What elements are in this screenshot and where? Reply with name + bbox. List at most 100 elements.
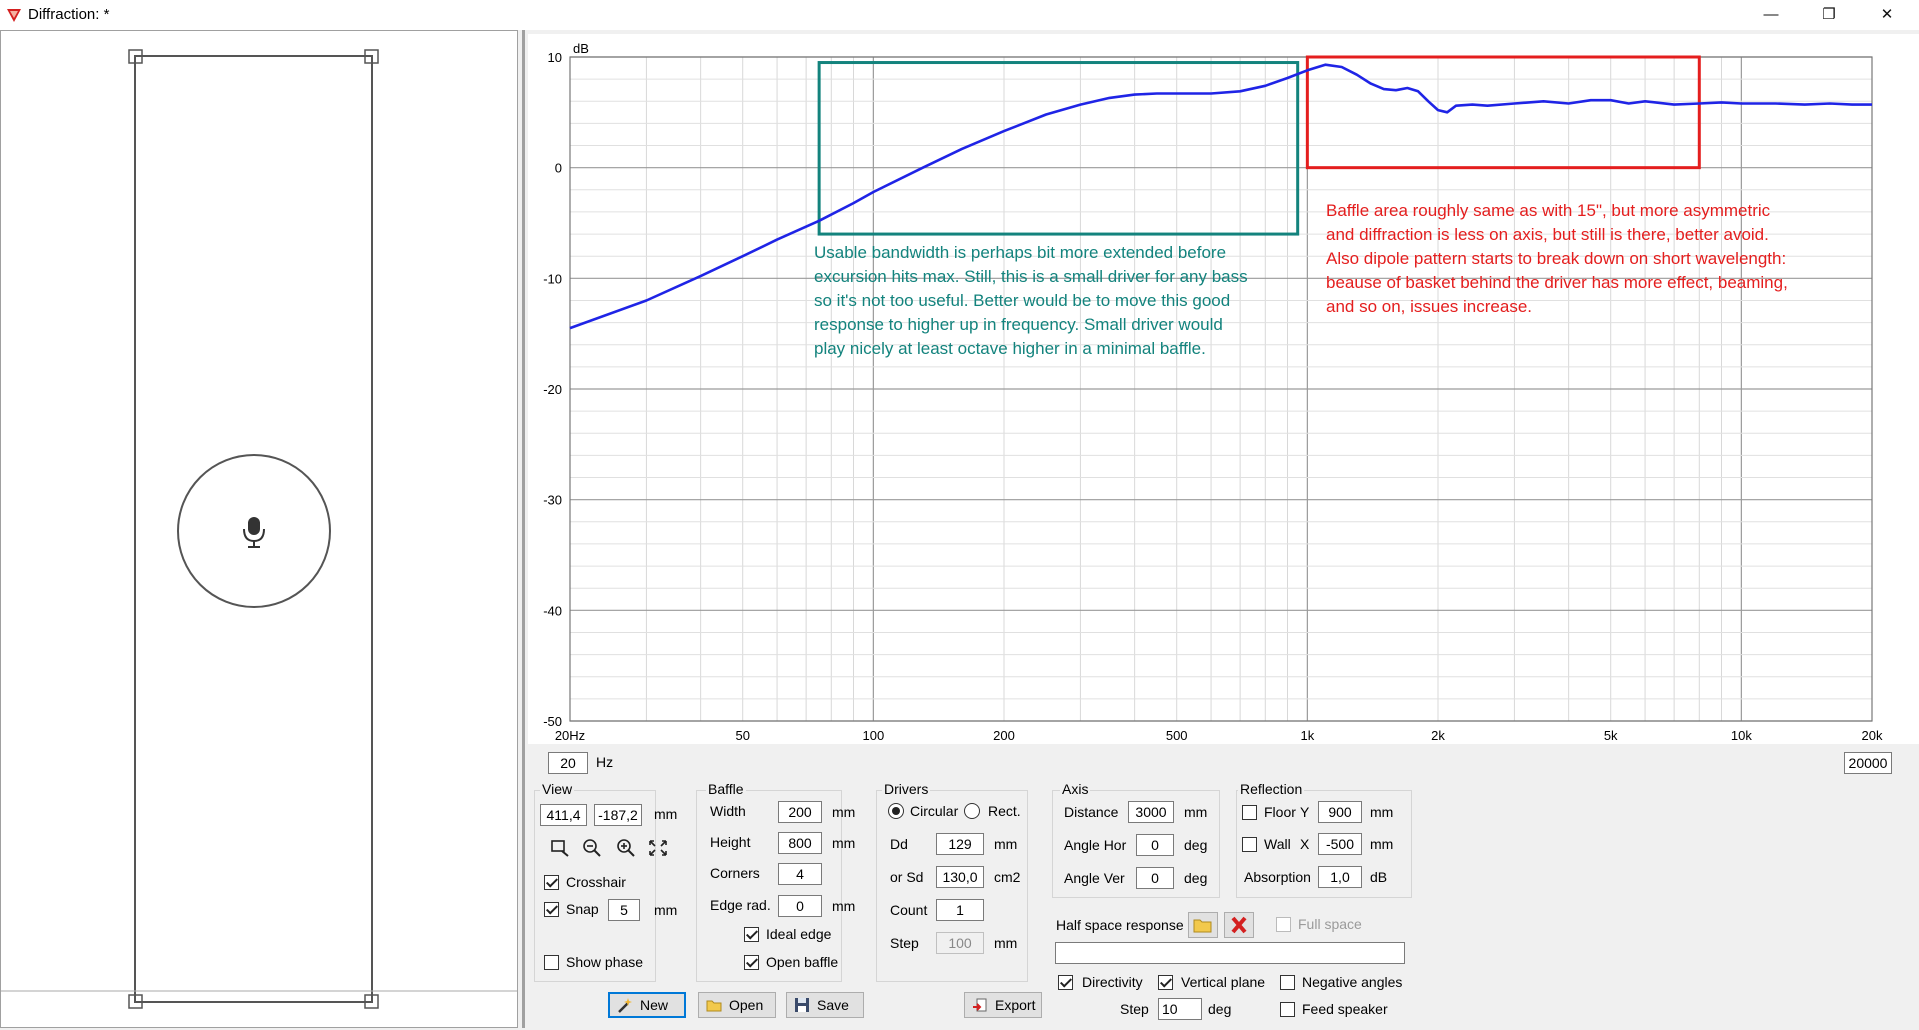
chart-svg: 100-10-20-30-40-50 20Hz 50 100 200 500 1k 2k 5k… — [543, 41, 1883, 743]
view-group-title: View — [540, 781, 575, 797]
half-space-path-field[interactable] — [1055, 942, 1405, 964]
x-tick-label: 50 — [735, 728, 749, 743]
annotation-red-text: Baffle area roughly same as with 15", bu… — [1326, 201, 1788, 316]
show-phase-label: Show phase — [566, 954, 644, 970]
drivers-group-title: Drivers — [882, 781, 931, 797]
vertical-plane-label: Vertical plane — [1181, 974, 1266, 990]
y-tick-label: 0 — [555, 161, 562, 176]
corners-label: Corners — [710, 865, 760, 881]
height-label: Height — [710, 834, 751, 850]
angle-hor-unit: deg — [1184, 837, 1208, 853]
x-tick-label: 20k — [1862, 728, 1883, 743]
reflection-group-title: Reflection — [1238, 781, 1305, 797]
feed-speaker-checkbox[interactable] — [1280, 1002, 1295, 1017]
y-tick-label: -50 — [543, 714, 562, 729]
step-label: Step — [890, 935, 919, 951]
show-phase-checkbox[interactable] — [544, 955, 559, 970]
negative-angles-checkbox[interactable] — [1280, 975, 1295, 990]
angle-ver-field[interactable]: 0 — [1136, 867, 1174, 889]
ideal-edge-label: Ideal edge — [766, 926, 832, 942]
baffle-drawing-panel[interactable] — [0, 30, 518, 1028]
fullscreen-icon[interactable] — [646, 837, 670, 859]
export-button[interactable]: Export — [964, 992, 1042, 1018]
open-baffle-checkbox[interactable] — [744, 955, 759, 970]
distance-field[interactable]: 3000 — [1128, 801, 1174, 823]
y-tick-label: -40 — [543, 603, 562, 618]
floor-field[interactable]: 900 — [1318, 801, 1362, 823]
zoom-in-icon[interactable] — [614, 837, 638, 859]
directivity-step-field[interactable]: 10 — [1158, 998, 1202, 1020]
height-unit: mm — [832, 835, 856, 851]
freq-max-field[interactable]: 20000 — [1844, 752, 1892, 774]
sd-unit: cm2 — [994, 869, 1021, 885]
frequency-response-chart[interactable]: 10 0 -10 -20 -30 -40 -50 20Hz 50 100 200 500 1k 2k 5k… — [528, 34, 1919, 744]
sd-field[interactable]: 130,0 — [936, 866, 984, 888]
minimize-button[interactable]: — — [1742, 0, 1800, 30]
x-tick-label: 2k — [1431, 728, 1445, 743]
open-button[interactable]: Open — [698, 992, 776, 1018]
wall-checkbox[interactable] — [1242, 837, 1257, 852]
width-field[interactable]: 200 — [778, 801, 822, 823]
circular-label: Circular — [910, 803, 959, 819]
zoom-fit-icon[interactable] — [548, 837, 572, 859]
rect-radio[interactable] — [964, 803, 980, 819]
open-folder-icon[interactable] — [1188, 912, 1218, 938]
x-tick-label: 10k — [1731, 728, 1752, 743]
corners-field[interactable]: 4 — [778, 863, 822, 885]
edge-radius-field[interactable]: 0 — [778, 895, 822, 917]
count-label: Count — [890, 902, 928, 918]
floor-checkbox[interactable] — [1242, 805, 1257, 820]
snap-checkbox[interactable] — [544, 902, 559, 917]
x-tick-label: 5k — [1604, 728, 1618, 743]
view-y-field[interactable]: -187,2 — [594, 804, 642, 826]
y-tick-label: -20 — [543, 382, 562, 397]
full-space-label: Full space — [1298, 916, 1362, 932]
microphone-icon — [243, 517, 265, 548]
floor-unit: mm — [1370, 804, 1394, 820]
new-wand-icon — [618, 998, 632, 1013]
axis-group-title: Axis — [1060, 781, 1091, 797]
delete-icon[interactable] — [1224, 912, 1254, 938]
wall-unit: mm — [1370, 836, 1394, 852]
negative-angles-label: Negative angles — [1302, 974, 1403, 990]
directivity-label: Directivity — [1082, 974, 1143, 990]
app-icon — [7, 9, 21, 22]
step-field: 100 — [936, 932, 984, 954]
width-unit: mm — [832, 804, 856, 820]
count-field[interactable]: 1 — [936, 899, 984, 921]
zoom-out-icon[interactable] — [580, 837, 604, 859]
baffle-group-title: Baffle — [706, 781, 746, 797]
window-title: Diffraction: * — [28, 6, 110, 23]
freq-min-field[interactable]: 20 — [548, 752, 588, 774]
width-label: Width — [710, 803, 746, 819]
dd-field[interactable]: 129 — [936, 833, 984, 855]
close-button[interactable]: ✕ — [1858, 0, 1916, 30]
distance-label: Distance — [1064, 804, 1119, 820]
snap-field[interactable]: 5 — [608, 899, 640, 921]
open-folder-small-icon — [706, 1000, 722, 1012]
circular-radio[interactable] — [888, 803, 904, 819]
crosshair-checkbox[interactable] — [544, 875, 559, 890]
wall-field[interactable]: -500 — [1318, 833, 1362, 855]
maximize-button[interactable]: ❐ — [1800, 0, 1858, 30]
height-field[interactable]: 800 — [778, 832, 822, 854]
absorption-field[interactable]: 1,0 — [1318, 866, 1362, 888]
half-space-label: Half space response — [1056, 917, 1184, 933]
x-tick-label: 500 — [1166, 728, 1188, 743]
controls-panel: 20 Hz 20000 View 411,4 -187,2 mm Crossha… — [528, 744, 1919, 1028]
title-bar: Diffraction: * — ❐ ✕ — [0, 0, 1919, 30]
ideal-edge-checkbox[interactable] — [744, 927, 759, 942]
angle-ver-label: Angle Ver — [1064, 870, 1125, 886]
freq-unit-label: Hz — [596, 754, 614, 770]
directivity-checkbox[interactable] — [1058, 975, 1073, 990]
angle-hor-field[interactable]: 0 — [1136, 834, 1174, 856]
vertical-plane-checkbox[interactable] — [1158, 975, 1173, 990]
save-button[interactable]: Save — [786, 992, 864, 1018]
y-axis-unit: dB — [573, 41, 589, 56]
view-x-field[interactable]: 411,4 — [540, 804, 587, 826]
y-tick-label: -30 — [543, 493, 562, 508]
new-button[interactable]: New — [608, 992, 686, 1018]
x-tick-label: 200 — [993, 728, 1015, 743]
x-tick-label: 20Hz — [555, 728, 585, 743]
x-tick-label: 100 — [863, 728, 885, 743]
